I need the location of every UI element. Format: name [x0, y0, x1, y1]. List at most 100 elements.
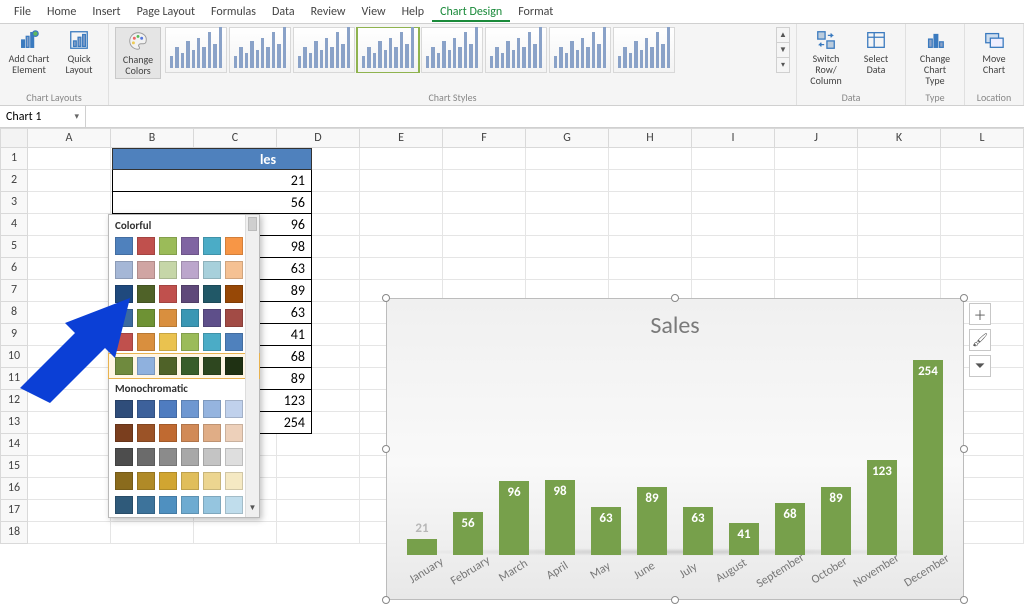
palette-option[interactable]	[109, 397, 259, 421]
row-header[interactable]: 3	[0, 192, 28, 214]
cell[interactable]	[443, 236, 526, 258]
cell[interactable]	[941, 258, 1024, 280]
palette-option[interactable]	[109, 445, 259, 469]
chart-bar[interactable]: 96	[493, 355, 535, 555]
chart-bar[interactable]: 21	[401, 355, 443, 555]
gallery-scroll-up[interactable]: ▲	[777, 28, 789, 43]
cell[interactable]	[526, 258, 609, 280]
cell[interactable]	[360, 214, 443, 236]
column-header[interactable]: K	[858, 128, 941, 148]
switch-row-column-button[interactable]: Switch Row/ Column	[803, 27, 849, 88]
cell[interactable]	[443, 148, 526, 170]
cell[interactable]	[692, 236, 775, 258]
cell[interactable]	[775, 170, 858, 192]
column-header[interactable]: B	[111, 128, 194, 148]
row-header[interactable]: 6	[0, 258, 28, 280]
palette-option[interactable]	[109, 469, 259, 493]
cell[interactable]	[692, 258, 775, 280]
cell[interactable]	[526, 214, 609, 236]
chart-bar[interactable]: 63	[677, 355, 719, 555]
column-header[interactable]: L	[941, 128, 1024, 148]
cell[interactable]	[28, 214, 111, 236]
row-header[interactable]: 16	[0, 478, 28, 500]
cell[interactable]	[692, 192, 775, 214]
worksheet[interactable]: ABCDEFGHIJKL 123456789101112131415161718…	[0, 128, 1024, 544]
chart-bar[interactable]: 68	[769, 355, 811, 555]
column-header[interactable]: F	[443, 128, 526, 148]
chart-style-thumb[interactable]	[485, 27, 547, 73]
gallery-more[interactable]: ▾	[777, 58, 789, 72]
select-all-corner[interactable]	[0, 128, 28, 148]
embedded-chart[interactable]: ＋ 🖌 ⏷ Sales 21569698638963416889123254 J…	[386, 298, 964, 600]
cell[interactable]	[609, 148, 692, 170]
cell[interactable]	[692, 148, 775, 170]
column-header[interactable]: E	[360, 128, 443, 148]
select-data-button[interactable]: Select Data	[853, 27, 899, 77]
cell[interactable]	[111, 522, 194, 544]
cell[interactable]	[858, 258, 941, 280]
cell[interactable]	[941, 148, 1024, 170]
cell[interactable]	[858, 236, 941, 258]
cell[interactable]	[28, 170, 111, 192]
move-chart-button[interactable]: Move Chart	[971, 27, 1017, 77]
chart-style-thumb[interactable]	[549, 27, 611, 73]
palette-option[interactable]	[109, 354, 259, 378]
cell[interactable]	[443, 192, 526, 214]
palette-option[interactable]	[109, 421, 259, 445]
chart-style-thumb[interactable]	[293, 27, 355, 73]
column-header[interactable]: A	[28, 128, 111, 148]
column-headers[interactable]: ABCDEFGHIJKL	[0, 128, 1024, 148]
resize-handle-n[interactable]	[671, 294, 679, 302]
chart-bar[interactable]: 98	[539, 355, 581, 555]
palette-option[interactable]	[109, 258, 259, 282]
chart-style-thumb[interactable]	[421, 27, 483, 73]
column-header[interactable]: I	[692, 128, 775, 148]
palette-option[interactable]	[109, 493, 259, 517]
chart-title[interactable]: Sales	[387, 299, 963, 344]
cell[interactable]	[775, 236, 858, 258]
row-header[interactable]: 14	[0, 434, 28, 456]
chart-bar[interactable]: 56	[447, 355, 489, 555]
resize-handle-sw[interactable]	[382, 596, 390, 604]
cell[interactable]	[609, 214, 692, 236]
cell[interactable]	[526, 192, 609, 214]
cell[interactable]	[360, 258, 443, 280]
cell[interactable]	[775, 192, 858, 214]
cell[interactable]	[526, 236, 609, 258]
cell[interactable]	[443, 258, 526, 280]
palette-option[interactable]	[109, 330, 259, 354]
cell[interactable]	[277, 434, 360, 456]
chart-elements-button[interactable]: ＋	[969, 303, 991, 325]
palette-option[interactable]	[109, 306, 259, 330]
cell[interactable]	[941, 236, 1024, 258]
tab-formulas[interactable]: Formulas	[203, 2, 264, 22]
change-colors-button[interactable]: Change Colors	[115, 27, 161, 79]
cell[interactable]	[277, 500, 360, 522]
change-chart-type-button[interactable]: Change Chart Type	[912, 27, 958, 88]
cell[interactable]	[28, 148, 111, 170]
cell[interactable]	[858, 148, 941, 170]
chart-plot-area[interactable]: 21569698638963416889123254	[395, 355, 955, 555]
resize-handle-w[interactable]	[382, 445, 390, 453]
row-header[interactable]: 15	[0, 456, 28, 478]
cell[interactable]	[609, 258, 692, 280]
cell[interactable]	[941, 170, 1024, 192]
chart-bar[interactable]: 89	[815, 355, 857, 555]
tab-review[interactable]: Review	[303, 2, 354, 22]
cell[interactable]	[194, 522, 277, 544]
cell[interactable]	[609, 170, 692, 192]
cell[interactable]	[609, 236, 692, 258]
row-header[interactable]: 18	[0, 522, 28, 544]
cell[interactable]	[28, 258, 111, 280]
gallery-scroll[interactable]: ▲ ▼ ▾	[776, 27, 790, 73]
chart-style-thumb[interactable]	[357, 27, 419, 73]
row-header[interactable]: 5	[0, 236, 28, 258]
cell[interactable]	[360, 236, 443, 258]
cell[interactable]	[277, 522, 360, 544]
quick-layout-button[interactable]: Quick Layout	[56, 27, 102, 77]
cell[interactable]	[277, 456, 360, 478]
cell[interactable]	[858, 192, 941, 214]
chart-bar[interactable]: 41	[723, 355, 765, 555]
cell[interactable]	[28, 522, 111, 544]
cell[interactable]	[28, 236, 111, 258]
